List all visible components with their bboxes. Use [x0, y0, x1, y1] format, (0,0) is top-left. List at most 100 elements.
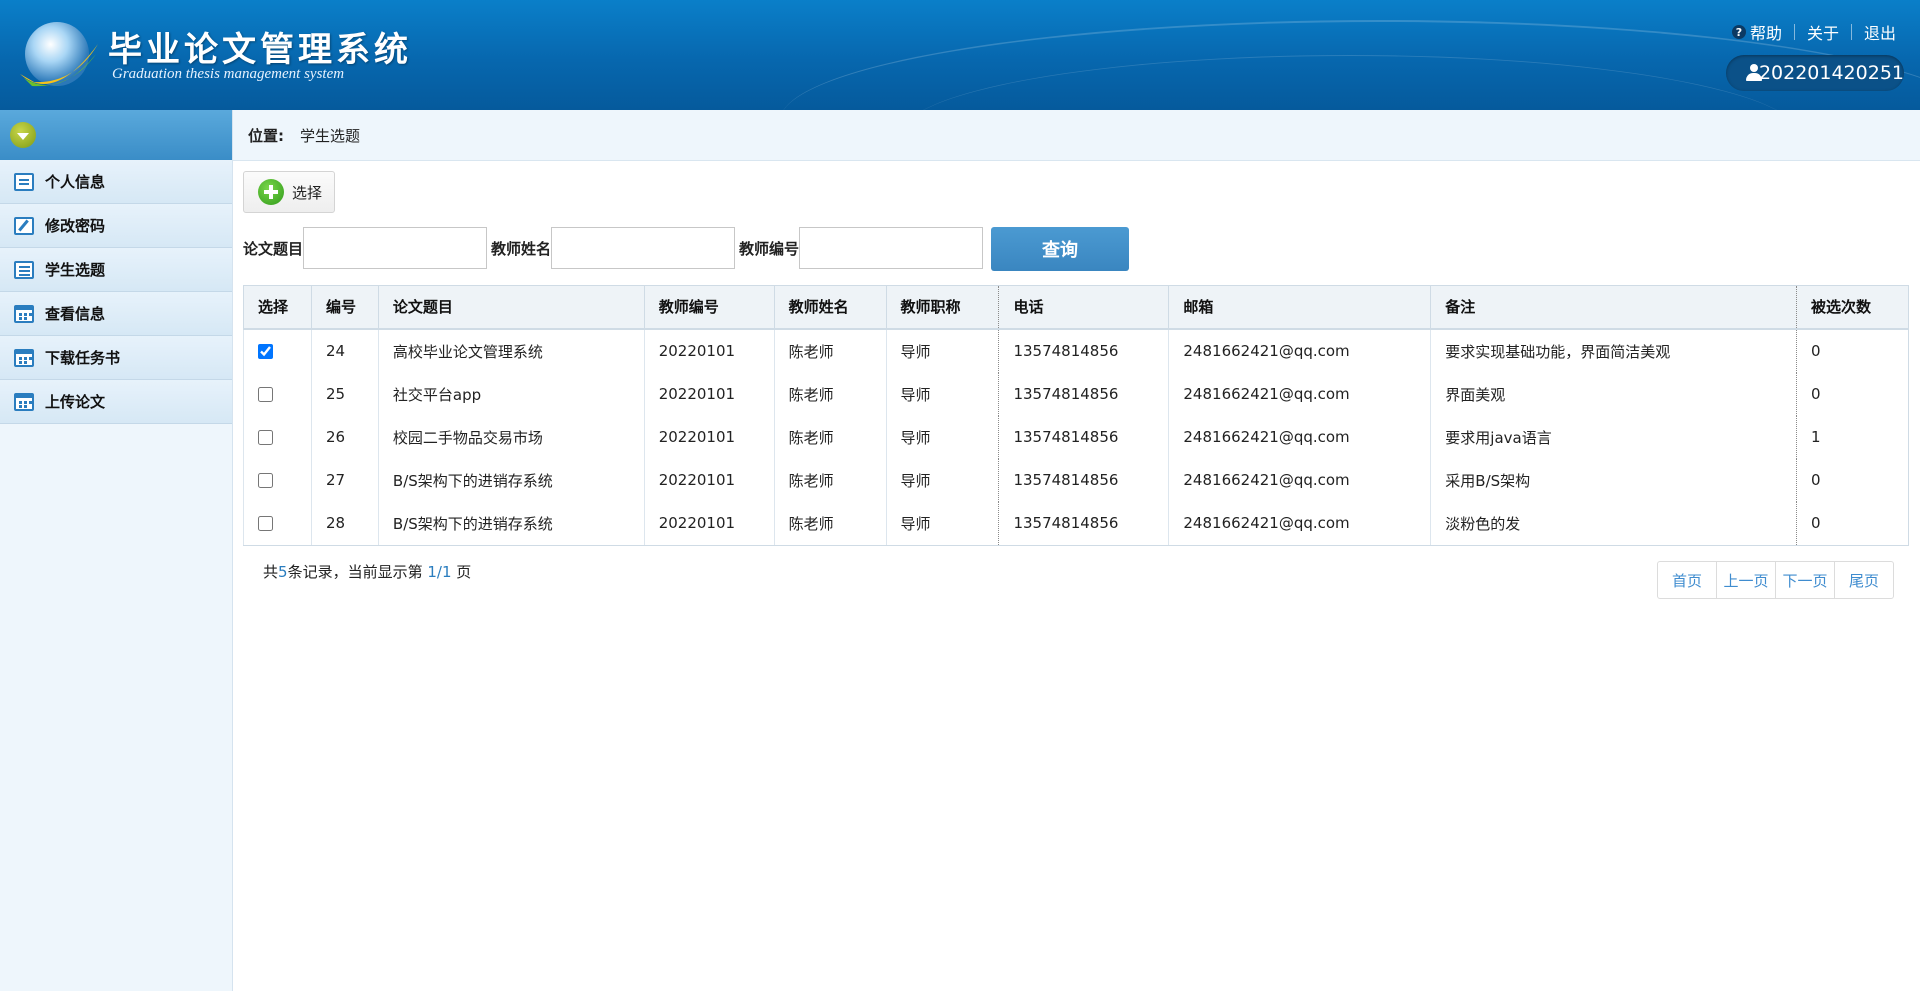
sidebar: 个人信息 修改密码 学生选题 查看信息 下载任务书 上传论文: [0, 110, 233, 991]
help-label: 帮助: [1749, 24, 1782, 43]
table-row[interactable]: 27 B/S架构下的进销存系统 20220101 陈老师 导师 13574814856 24…: [243, 458, 1910, 502]
pagination: 首页 上一页 下一页 尾页: [1657, 561, 1894, 599]
query-button[interactable]: 查询: [991, 227, 1129, 271]
table-cell: 要求用java语言: [1430, 415, 1797, 459]
toolbar: 选择: [243, 171, 335, 213]
sidebar-item-topic-selection[interactable]: 学生选题: [0, 248, 232, 292]
help-link[interactable]: ? 帮助: [1731, 20, 1782, 44]
last-page-button[interactable]: 尾页: [1835, 562, 1893, 598]
table-cell: 校园二手物品交易市场: [377, 415, 645, 459]
user-icon: [1746, 64, 1762, 82]
collapse-toggle-icon[interactable]: [10, 122, 36, 148]
calendar-icon: [14, 392, 34, 411]
table-cell: 陈老师: [773, 501, 887, 546]
row-checkbox[interactable]: [258, 516, 273, 531]
teacher-name-input[interactable]: [551, 227, 736, 269]
thesis-title-input[interactable]: [303, 227, 488, 269]
column-header[interactable]: 论文题目: [377, 285, 645, 330]
calendar-icon: [14, 304, 34, 323]
table-cell: 20220101: [643, 458, 775, 502]
select-cell: [243, 458, 312, 502]
row-checkbox[interactable]: [258, 430, 273, 445]
select-cell: [243, 328, 312, 373]
message-icon: [14, 172, 34, 191]
table-cell: 13574814856: [998, 372, 1169, 416]
sidebar-item-change-password[interactable]: 修改密码: [0, 204, 232, 248]
record-total: 5: [278, 563, 288, 581]
record-mid: 条记录，当前显示第: [287, 563, 428, 581]
table-cell: 20220101: [643, 372, 775, 416]
table-cell: 27: [310, 458, 379, 502]
table-cell: 20220101: [643, 415, 775, 459]
sidebar-item-upload-paper[interactable]: 上传论文: [0, 380, 232, 424]
sidebar-item-personal-info[interactable]: 个人信息: [0, 160, 232, 204]
first-page-button[interactable]: 首页: [1658, 562, 1717, 598]
table-cell: 导师: [885, 372, 999, 416]
table-cell: 0: [1795, 372, 1910, 416]
sidebar-item-view-info[interactable]: 查看信息: [0, 292, 232, 336]
next-page-button[interactable]: 下一页: [1776, 562, 1835, 598]
sidebar-item-download-task[interactable]: 下载任务书: [0, 336, 232, 380]
table-row[interactable]: 25 社交平台app 20220101 陈老师 导师 13574814856 2481662…: [243, 372, 1910, 416]
table-cell: 20220101: [643, 328, 775, 373]
table-cell: 2481662421@qq.com: [1168, 372, 1431, 416]
user-id: 202201420251: [1758, 62, 1904, 84]
divider: [1793, 24, 1795, 40]
table-row[interactable]: 28 B/S架构下的进销存系统 20220101 陈老师 导师 13574814856 24…: [243, 501, 1910, 546]
column-header[interactable]: 邮箱: [1168, 285, 1431, 330]
user-badge[interactable]: 202201420251: [1726, 55, 1904, 91]
about-link[interactable]: 关于: [1807, 20, 1839, 44]
table-cell: 陈老师: [773, 458, 887, 502]
page-indicator: 1/1: [427, 563, 452, 581]
column-header[interactable]: 电话: [998, 285, 1169, 330]
table-row[interactable]: 24 高校毕业论文管理系统 20220101 陈老师 导师 13574814856 2481…: [243, 328, 1910, 373]
sidebar-item-label: 修改密码: [45, 217, 106, 235]
table-row[interactable]: 26 校园二手物品交易市场 20220101 陈老师 导师 13574814856 2481…: [243, 415, 1910, 459]
table-cell: 2481662421@qq.com: [1168, 328, 1431, 373]
column-header[interactable]: 编号: [310, 285, 379, 330]
column-header[interactable]: 备注: [1430, 285, 1797, 330]
sidebar-item-label: 上传论文: [45, 393, 106, 411]
table-cell: 0: [1795, 458, 1910, 502]
breadcrumb-current: 学生选题: [300, 126, 361, 145]
column-header[interactable]: 教师姓名: [773, 285, 887, 330]
table-header-row: 选择 编号 论文题目 教师编号 教师姓名 教师职称 电话 邮箱 备注 被选次数: [243, 285, 1910, 330]
thesis-title-label: 论文题目: [243, 239, 304, 258]
table-cell: B/S架构下的进销存系统: [377, 501, 645, 546]
column-header: 选择: [243, 285, 312, 330]
table-cell: 2481662421@qq.com: [1168, 415, 1431, 459]
sidebar-item-label: 查看信息: [45, 305, 106, 323]
row-checkbox[interactable]: [258, 344, 273, 359]
breadcrumb: 位置: 学生选题: [233, 110, 1920, 161]
main-content: 位置: 学生选题 选择 论文题目 教师姓名 教师编号 查询 选择 编号 论文题目…: [233, 110, 1920, 991]
divider: [1850, 24, 1852, 40]
table-cell: 0: [1795, 501, 1910, 546]
table-cell: 淡粉色的发: [1430, 501, 1797, 546]
table-cell: 导师: [885, 415, 999, 459]
help-icon: ?: [1731, 25, 1746, 39]
table-cell: 采用B/S架构: [1430, 458, 1797, 502]
column-header[interactable]: 教师编号: [643, 285, 775, 330]
table-cell: 13574814856: [998, 458, 1169, 502]
column-header[interactable]: 被选次数: [1795, 285, 1910, 330]
table-cell: 社交平台app: [377, 372, 645, 416]
select-topic-button[interactable]: 选择: [243, 171, 335, 213]
calendar-icon: [14, 348, 34, 367]
select-cell: [243, 372, 312, 416]
teacher-id-input[interactable]: [799, 227, 984, 269]
sidebar-item-label: 个人信息: [45, 173, 106, 191]
table-cell: 28: [310, 501, 379, 546]
teacher-name-label: 教师姓名: [491, 239, 552, 258]
table-cell: 导师: [885, 501, 999, 546]
list-icon: [14, 260, 34, 279]
table-cell: 导师: [885, 458, 999, 502]
prev-page-button[interactable]: 上一页: [1717, 562, 1776, 598]
table-cell: 24: [310, 328, 379, 373]
row-checkbox[interactable]: [258, 473, 273, 488]
sidebar-item-label: 学生选题: [45, 261, 106, 279]
breadcrumb-label: 位置:: [248, 126, 284, 145]
column-header[interactable]: 教师职称: [885, 285, 999, 330]
row-checkbox[interactable]: [258, 387, 273, 402]
logout-link[interactable]: 退出: [1864, 20, 1896, 44]
record-count: 共5条记录，当前显示第 1/1 页: [263, 561, 471, 582]
